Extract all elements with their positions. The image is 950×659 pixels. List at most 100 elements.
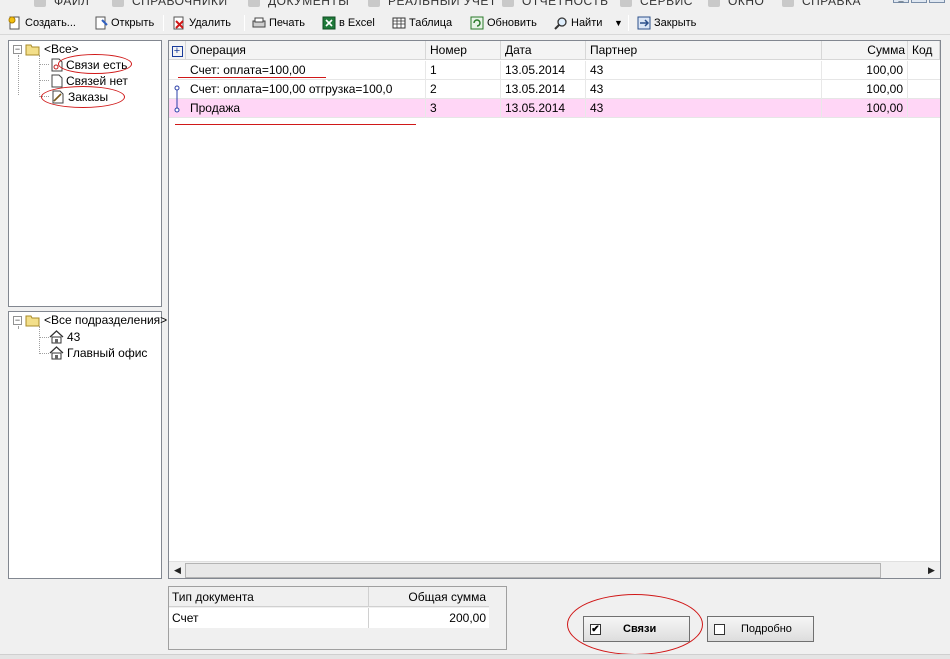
document-icon [51, 74, 63, 88]
cell-number: 2 [426, 80, 501, 99]
delete-button[interactable]: Удалить [172, 14, 231, 32]
checkbox-unchecked-icon[interactable] [714, 623, 725, 635]
scroll-right-icon[interactable]: ▶ [924, 563, 939, 578]
annotation-ellipse [41, 86, 125, 108]
delete-label: Удалить [189, 17, 231, 29]
tree-node-all[interactable]: − <Все> [13, 41, 79, 57]
cell-sum: 100,00 [822, 99, 908, 118]
filter-tree-panel: − <Все> Связи есть Связей нет Заказы [8, 40, 162, 307]
scroll-left-icon[interactable]: ◀ [170, 563, 185, 578]
summary-cell-total: 200,00 [369, 608, 489, 628]
column-header-date[interactable]: Дата [501, 41, 586, 60]
cell-partner: 43 [586, 99, 822, 118]
plus-icon[interactable]: + [171, 46, 183, 57]
tree-node-department-43[interactable]: 43 [49, 329, 80, 345]
search-icon [554, 17, 567, 30]
cell-date: 13.05.2014 [501, 99, 586, 118]
menu-directories[interactable]: СПРАВОЧНИКИ [112, 0, 228, 8]
cell-number: 1 [426, 61, 501, 80]
column-header-operation[interactable]: Операция [186, 41, 426, 60]
file-menu-icon [34, 0, 46, 7]
real-accounting-menu-icon [368, 0, 380, 7]
menu-documents-label: ДОКУМЕНТЫ [268, 0, 350, 8]
link-connector-icon [174, 85, 180, 113]
toolbar-separator [163, 15, 164, 31]
column-header-sum[interactable]: Сумма [822, 41, 908, 60]
cell-date: 13.05.2014 [501, 80, 586, 99]
window-menu-icon [708, 0, 720, 7]
tree-node-all-departments-label: <Все подразделения> [44, 313, 168, 327]
house-icon [49, 346, 64, 360]
service-menu-icon [620, 0, 632, 7]
minimize-icon[interactable]: _ [893, 0, 909, 3]
department-tree-panel: − <Все подразделения> 43 Главный офис [8, 311, 167, 579]
tree-node-main-office[interactable]: Главный офис [49, 345, 147, 361]
tree-node-all-label: <Все> [44, 42, 79, 56]
menu-real-accounting-label: РЕАЛЬНЫЙ УЧЕТ [388, 0, 497, 8]
find-label: Найти [571, 17, 603, 29]
cell-partner: 43 [586, 80, 822, 99]
menu-real-accounting[interactable]: РЕАЛЬНЫЙ УЧЕТ [368, 0, 497, 8]
table-row[interactable]: Счет: оплата=100,00 отгрузка=100,0 2 13.… [169, 80, 940, 99]
refresh-button[interactable]: Обновить [470, 14, 537, 32]
horizontal-scrollbar[interactable]: ◀ ▶ [169, 561, 940, 578]
summary-header-type: Тип документа [169, 587, 369, 607]
exit-icon [637, 16, 651, 30]
tree-node-all-departments[interactable]: − <Все подразделения> [13, 312, 167, 328]
create-label: Создать... [25, 17, 76, 29]
annotation-underline [175, 124, 416, 125]
expand-all-header[interactable]: + [169, 41, 186, 60]
menu-directories-label: СПРАВОЧНИКИ [132, 0, 228, 8]
excel-icon [322, 16, 336, 30]
menu-bar: ФАЙЛ СПРАВОЧНИКИ ДОКУМЕНТЫ РЕАЛЬНЫЙ УЧЕТ… [0, 0, 950, 8]
reports-menu-icon [502, 0, 514, 7]
chevron-down-icon: ▼ [614, 18, 623, 28]
table-row-selected[interactable]: Продажа 3 13.05.2014 43 100,00 [169, 99, 940, 118]
annotation-underline [178, 77, 326, 78]
menu-window-label: ОКНО [728, 0, 765, 8]
directories-menu-icon [112, 0, 124, 7]
collapse-icon[interactable]: − [13, 44, 22, 54]
cell-operation: Счет: оплата=100,00 отгрузка=100,0 [186, 80, 426, 99]
tree-node-main-office-label: Главный офис [67, 346, 148, 360]
restore-icon[interactable]: ▫ [911, 0, 927, 3]
print-button[interactable]: Печать [252, 14, 305, 32]
collapse-icon[interactable]: − [13, 315, 22, 325]
table-label: Таблица [409, 17, 453, 29]
summary-header-total: Общая сумма [369, 587, 489, 607]
find-button[interactable]: Найти [554, 14, 602, 32]
documents-grid: + Операция Номер Дата Партнер Сумма Код … [168, 40, 941, 579]
folder-open-icon [25, 315, 40, 326]
column-header-partner[interactable]: Партнер [586, 41, 822, 60]
scrollbar-thumb[interactable] [185, 563, 881, 578]
menu-file[interactable]: ФАЙЛ [34, 0, 89, 8]
cell-date: 13.05.2014 [501, 61, 586, 80]
column-header-code[interactable]: Код [908, 41, 940, 60]
cell-partner: 43 [586, 61, 822, 80]
menu-documents[interactable]: ДОКУМЕНТЫ [248, 0, 349, 8]
cell-sum: 100,00 [822, 61, 908, 80]
details-toggle-button[interactable]: Подробно [707, 616, 814, 642]
menu-reports[interactable]: ОТЧЕТНОСТЬ [502, 0, 608, 8]
menu-service[interactable]: СЕРВИС [620, 0, 693, 8]
table-button[interactable]: Таблица [392, 14, 452, 32]
excel-label: в Excel [339, 17, 375, 29]
close-window-icon[interactable]: × [929, 0, 945, 3]
help-menu-icon [782, 0, 794, 7]
find-dropdown-button[interactable]: ▼ [614, 14, 623, 32]
cell-operation: Продажа [186, 99, 426, 118]
folder-open-icon [25, 44, 40, 55]
open-button[interactable]: Открыть [94, 14, 154, 32]
create-button[interactable]: Создать... [8, 14, 76, 32]
open-document-icon [95, 16, 108, 30]
menu-window[interactable]: ОКНО [708, 0, 764, 8]
new-document-icon [8, 16, 20, 30]
cell-sum: 100,00 [822, 80, 908, 99]
menu-file-label: ФАЙЛ [54, 0, 90, 8]
column-header-number[interactable]: Номер [426, 41, 501, 60]
close-button[interactable]: Закрыть [637, 14, 696, 32]
excel-button[interactable]: в Excel [322, 14, 375, 32]
menu-help[interactable]: СПРАВКА [782, 0, 861, 8]
close-label: Закрыть [654, 17, 697, 29]
refresh-label: Обновить [487, 17, 537, 29]
